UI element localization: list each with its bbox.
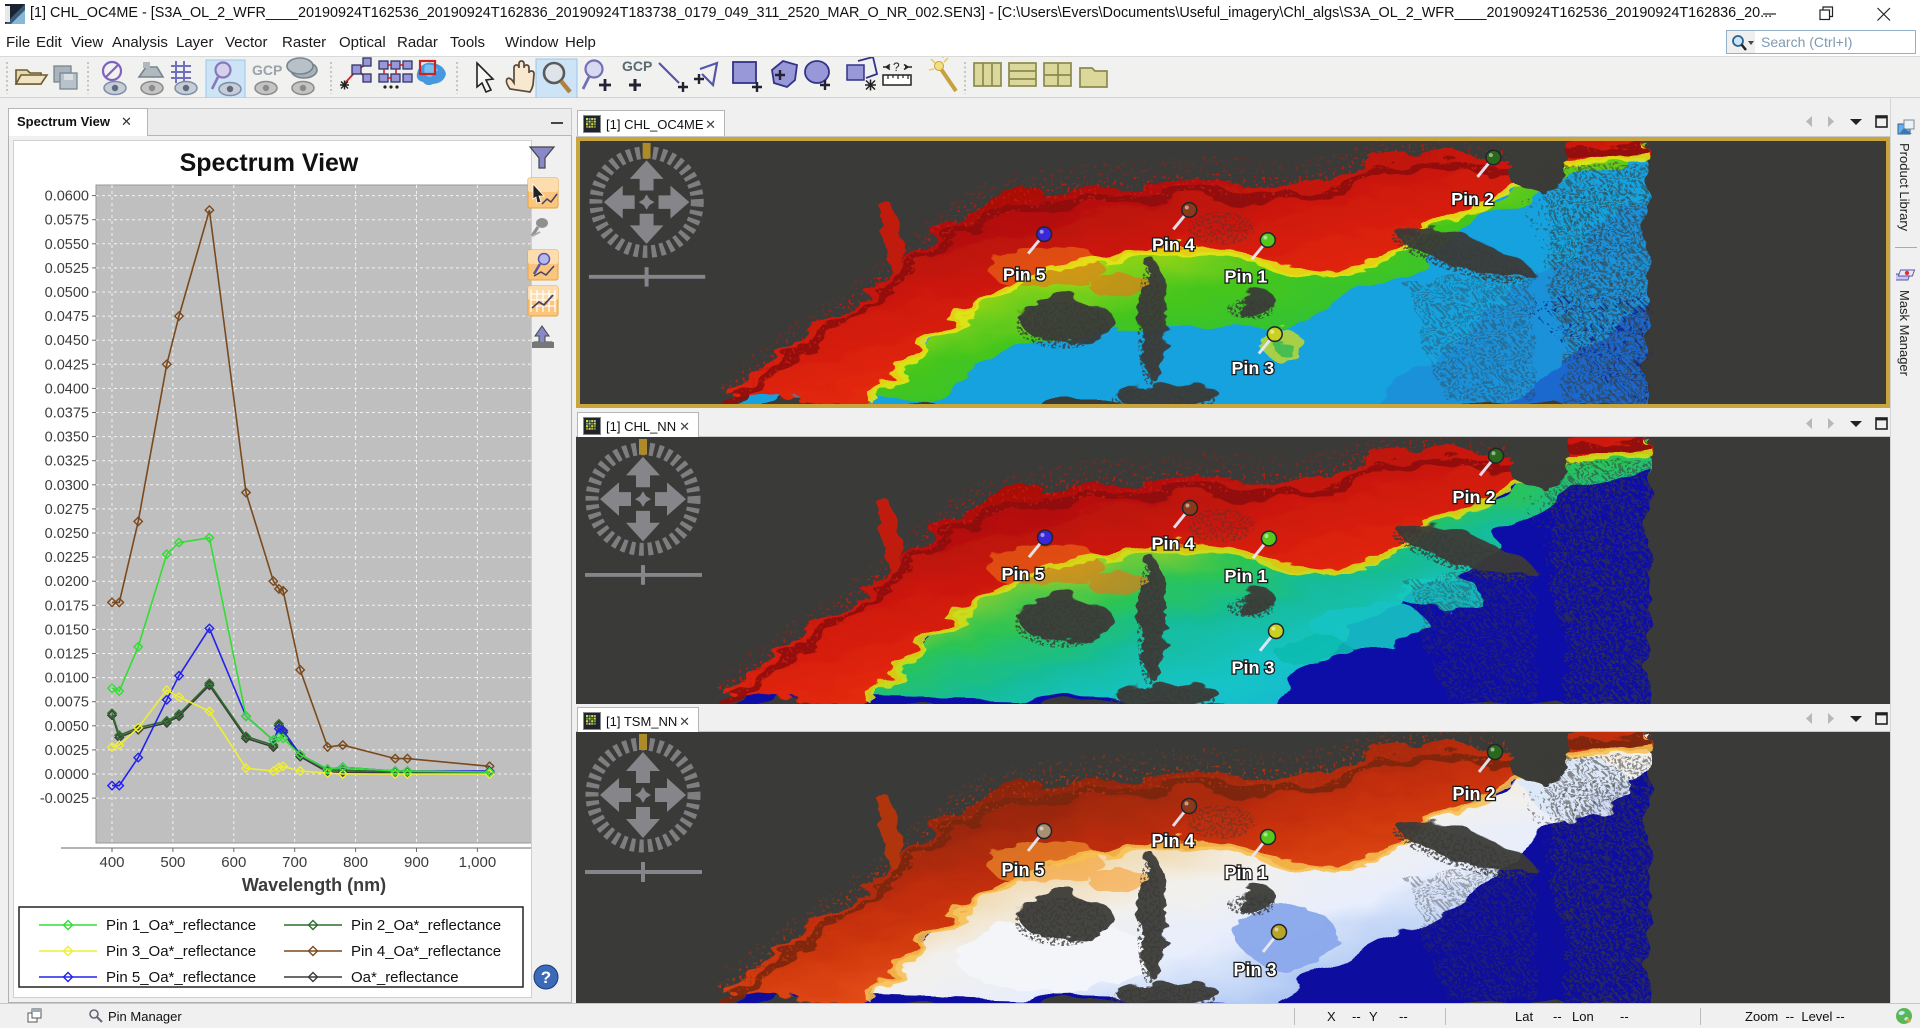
- svg-text:0.0425: 0.0425: [45, 357, 89, 373]
- svg-text:Spectrum View: Spectrum View: [180, 149, 359, 177]
- svg-text:0.0025: 0.0025: [45, 743, 89, 759]
- svg-text:0.0325: 0.0325: [45, 454, 89, 470]
- svg-text:Pin 2: Pin 2: [1451, 189, 1494, 209]
- svg-text:700: 700: [282, 854, 307, 871]
- svg-text:0.0525: 0.0525: [45, 261, 89, 277]
- svg-text:0.0550: 0.0550: [45, 237, 89, 253]
- svg-text:Pin 3: Pin 3: [1233, 960, 1276, 980]
- svg-text:0.0100: 0.0100: [45, 671, 89, 687]
- svg-text:Pin 1: Pin 1: [1225, 267, 1268, 287]
- svg-text:GCP: GCP: [252, 62, 282, 78]
- svg-text:0.0600: 0.0600: [45, 189, 89, 205]
- svg-text:0.0150: 0.0150: [45, 622, 89, 638]
- svg-text:0.0075: 0.0075: [45, 695, 89, 711]
- svg-text:400: 400: [99, 854, 124, 871]
- svg-text:0.0375: 0.0375: [45, 406, 89, 422]
- svg-text:0.0400: 0.0400: [45, 381, 89, 397]
- svg-text:Pin 1: Pin 1: [1224, 566, 1267, 586]
- svg-text:0.0225: 0.0225: [45, 550, 89, 566]
- svg-text:Pin 2: Pin 2: [1452, 784, 1495, 804]
- svg-text:Pin 4_Oa*_reflectance: Pin 4_Oa*_reflectance: [351, 943, 501, 960]
- svg-text:0.0475: 0.0475: [45, 309, 89, 325]
- svg-text:1,000: 1,000: [459, 854, 497, 871]
- svg-text:0.0275: 0.0275: [45, 502, 89, 518]
- svg-text:Wavelength (nm): Wavelength (nm): [242, 875, 386, 895]
- svg-text:Pin 4: Pin 4: [1151, 533, 1194, 553]
- svg-text:0.0000: 0.0000: [45, 767, 89, 783]
- svg-text:Pin 5: Pin 5: [1003, 265, 1046, 285]
- svg-text:Pin 5_Oa*_reflectance: Pin 5_Oa*_reflectance: [106, 969, 256, 986]
- svg-text:?: ?: [541, 968, 551, 987]
- svg-text:Pin 4: Pin 4: [1152, 235, 1195, 255]
- svg-text:0.0500: 0.0500: [45, 285, 89, 301]
- svg-text:Pin 3_Oa*_reflectance: Pin 3_Oa*_reflectance: [106, 943, 256, 960]
- svg-text:Pin 2_Oa*_reflectance: Pin 2_Oa*_reflectance: [351, 917, 501, 934]
- svg-text:Oa*_reflectance: Oa*_reflectance: [351, 969, 459, 986]
- svg-text:-0.0025: -0.0025: [40, 791, 89, 807]
- svg-text:0.0350: 0.0350: [45, 430, 89, 446]
- svg-text:?: ?: [893, 60, 900, 74]
- svg-text:GCP: GCP: [622, 58, 652, 74]
- svg-text:0.0175: 0.0175: [45, 598, 89, 614]
- svg-text:800: 800: [343, 854, 368, 871]
- svg-text:0.0450: 0.0450: [45, 333, 89, 349]
- svg-text:Pin 3: Pin 3: [1231, 658, 1274, 678]
- svg-text:900: 900: [404, 854, 429, 871]
- svg-text:600: 600: [221, 854, 246, 871]
- svg-text:Pin 1_Oa*_reflectance: Pin 1_Oa*_reflectance: [106, 917, 256, 934]
- svg-text:0.0050: 0.0050: [45, 719, 89, 735]
- svg-text:0.0200: 0.0200: [45, 574, 89, 590]
- svg-text:Pin 3: Pin 3: [1232, 358, 1275, 378]
- svg-text:Pin 1: Pin 1: [1224, 863, 1267, 883]
- svg-text:0.0125: 0.0125: [45, 647, 89, 663]
- svg-text:Pin 2: Pin 2: [1452, 487, 1495, 507]
- svg-text:Pin 5: Pin 5: [1001, 564, 1044, 584]
- svg-text:0.0300: 0.0300: [45, 478, 89, 494]
- svg-text:Pin 4: Pin 4: [1151, 831, 1194, 851]
- svg-text:0.0250: 0.0250: [45, 526, 89, 542]
- svg-text:Pin 5: Pin 5: [1001, 860, 1044, 880]
- svg-text:0.0575: 0.0575: [45, 213, 89, 229]
- svg-text:500: 500: [160, 854, 185, 871]
